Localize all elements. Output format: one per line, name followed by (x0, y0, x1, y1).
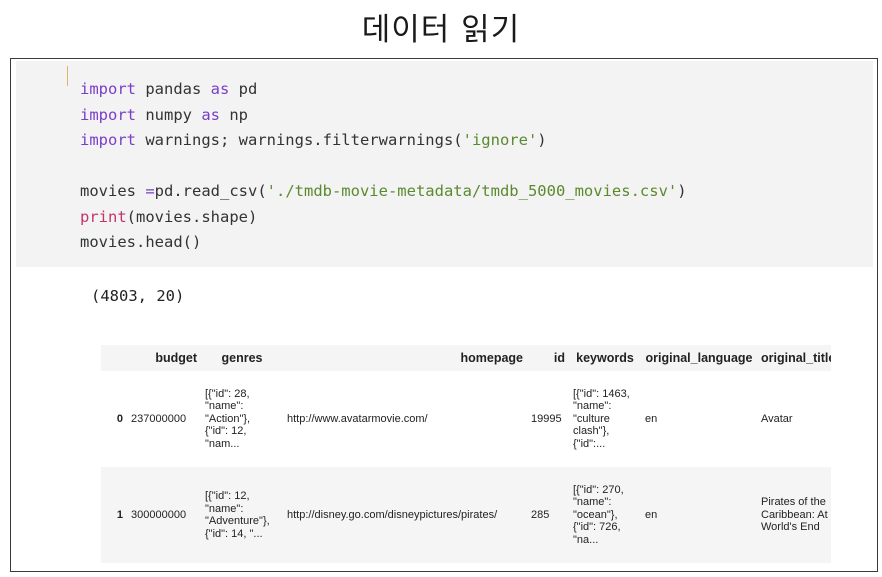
column-header-homepage: homepage (283, 345, 527, 371)
code-token: movies.head() (80, 233, 202, 251)
keyword: as (201, 105, 220, 124)
table-row: 0 237000000 [{"id": 28, "name": "Action"… (101, 371, 831, 467)
code-token: np (220, 105, 248, 124)
column-header-original-language: original_language (641, 345, 757, 371)
keyword: import (80, 80, 136, 98)
table-row: 1 300000000 [{"id": 12, "name": "Adventu… (101, 467, 831, 563)
slide-title: 데이터 읽기 (361, 12, 521, 48)
code-token: pandas (136, 80, 211, 98)
keyword: import (80, 105, 136, 124)
cell-keywords: [{"id": 1463, "name": "culture clash"}, … (569, 371, 641, 467)
code-token: ) (537, 131, 547, 149)
row-index: 1 (101, 467, 127, 563)
cell-budget: 300000000 (127, 467, 201, 563)
code-cell[interactable]: import pandas as pd import numpy as np i… (16, 61, 873, 267)
output-shape: (4803, 20) (91, 287, 185, 305)
code-token: warnings; warnings.filterwarnings( (136, 131, 463, 149)
column-header-keywords: keywords (569, 345, 641, 371)
builtin-function: print (80, 207, 127, 226)
string-literal: './tmdb-movie-metadata/tmdb_5000_movies.… (266, 182, 678, 200)
column-header-budget: budget (127, 345, 201, 371)
code-token: numpy (136, 105, 202, 124)
cell-genres: [{"id": 28, "name": "Action"}, {"id": 12… (201, 371, 283, 467)
code-token: ) (677, 182, 687, 200)
cell-genres: [{"id": 12, "name": "Adventure"}, {"id":… (201, 467, 283, 563)
code-token: movies (80, 182, 146, 200)
cell-original-title: Avatar (757, 371, 831, 467)
cell-original-title: Pirates of the Caribbean: At World's End (757, 467, 831, 563)
cell-original-language: en (641, 467, 757, 563)
code-token: pd.read_csv( (154, 182, 267, 200)
dataframe-table: budget genres homepage id keywords origi… (101, 345, 831, 563)
keyword: as (210, 80, 230, 98)
code-token: pd (229, 80, 258, 98)
cell-original-language: en (641, 371, 757, 467)
cell-keywords: [{"id": 270, "name": "ocean"}, {"id": 72… (569, 467, 641, 563)
header-row: budget genres homepage id keywords origi… (101, 345, 831, 371)
cell-id: 19995 (527, 371, 569, 467)
cell-cursor (67, 66, 68, 86)
row-index: 0 (101, 371, 127, 467)
keyword: import (80, 131, 136, 149)
code-editor[interactable]: import pandas as pd import numpy as np i… (80, 77, 687, 256)
column-header-genres: genres (201, 345, 283, 371)
cell-homepage: http://www.avatarmovie.com/ (283, 371, 527, 467)
cell-id: 285 (527, 467, 569, 563)
column-header-index (101, 345, 127, 371)
notebook-frame: import pandas as pd import numpy as np i… (10, 58, 878, 572)
string-literal: 'ignore' (462, 131, 538, 149)
operator: = (145, 182, 155, 200)
dataframe-output: budget genres homepage id keywords origi… (101, 345, 831, 567)
code-token: (movies.shape) (126, 207, 258, 226)
cell-homepage: http://disney.go.com/disneypictures/pira… (283, 467, 527, 563)
cell-budget: 237000000 (127, 371, 201, 467)
column-header-id: id (527, 345, 569, 371)
column-header-original-title: original_title (757, 345, 831, 371)
